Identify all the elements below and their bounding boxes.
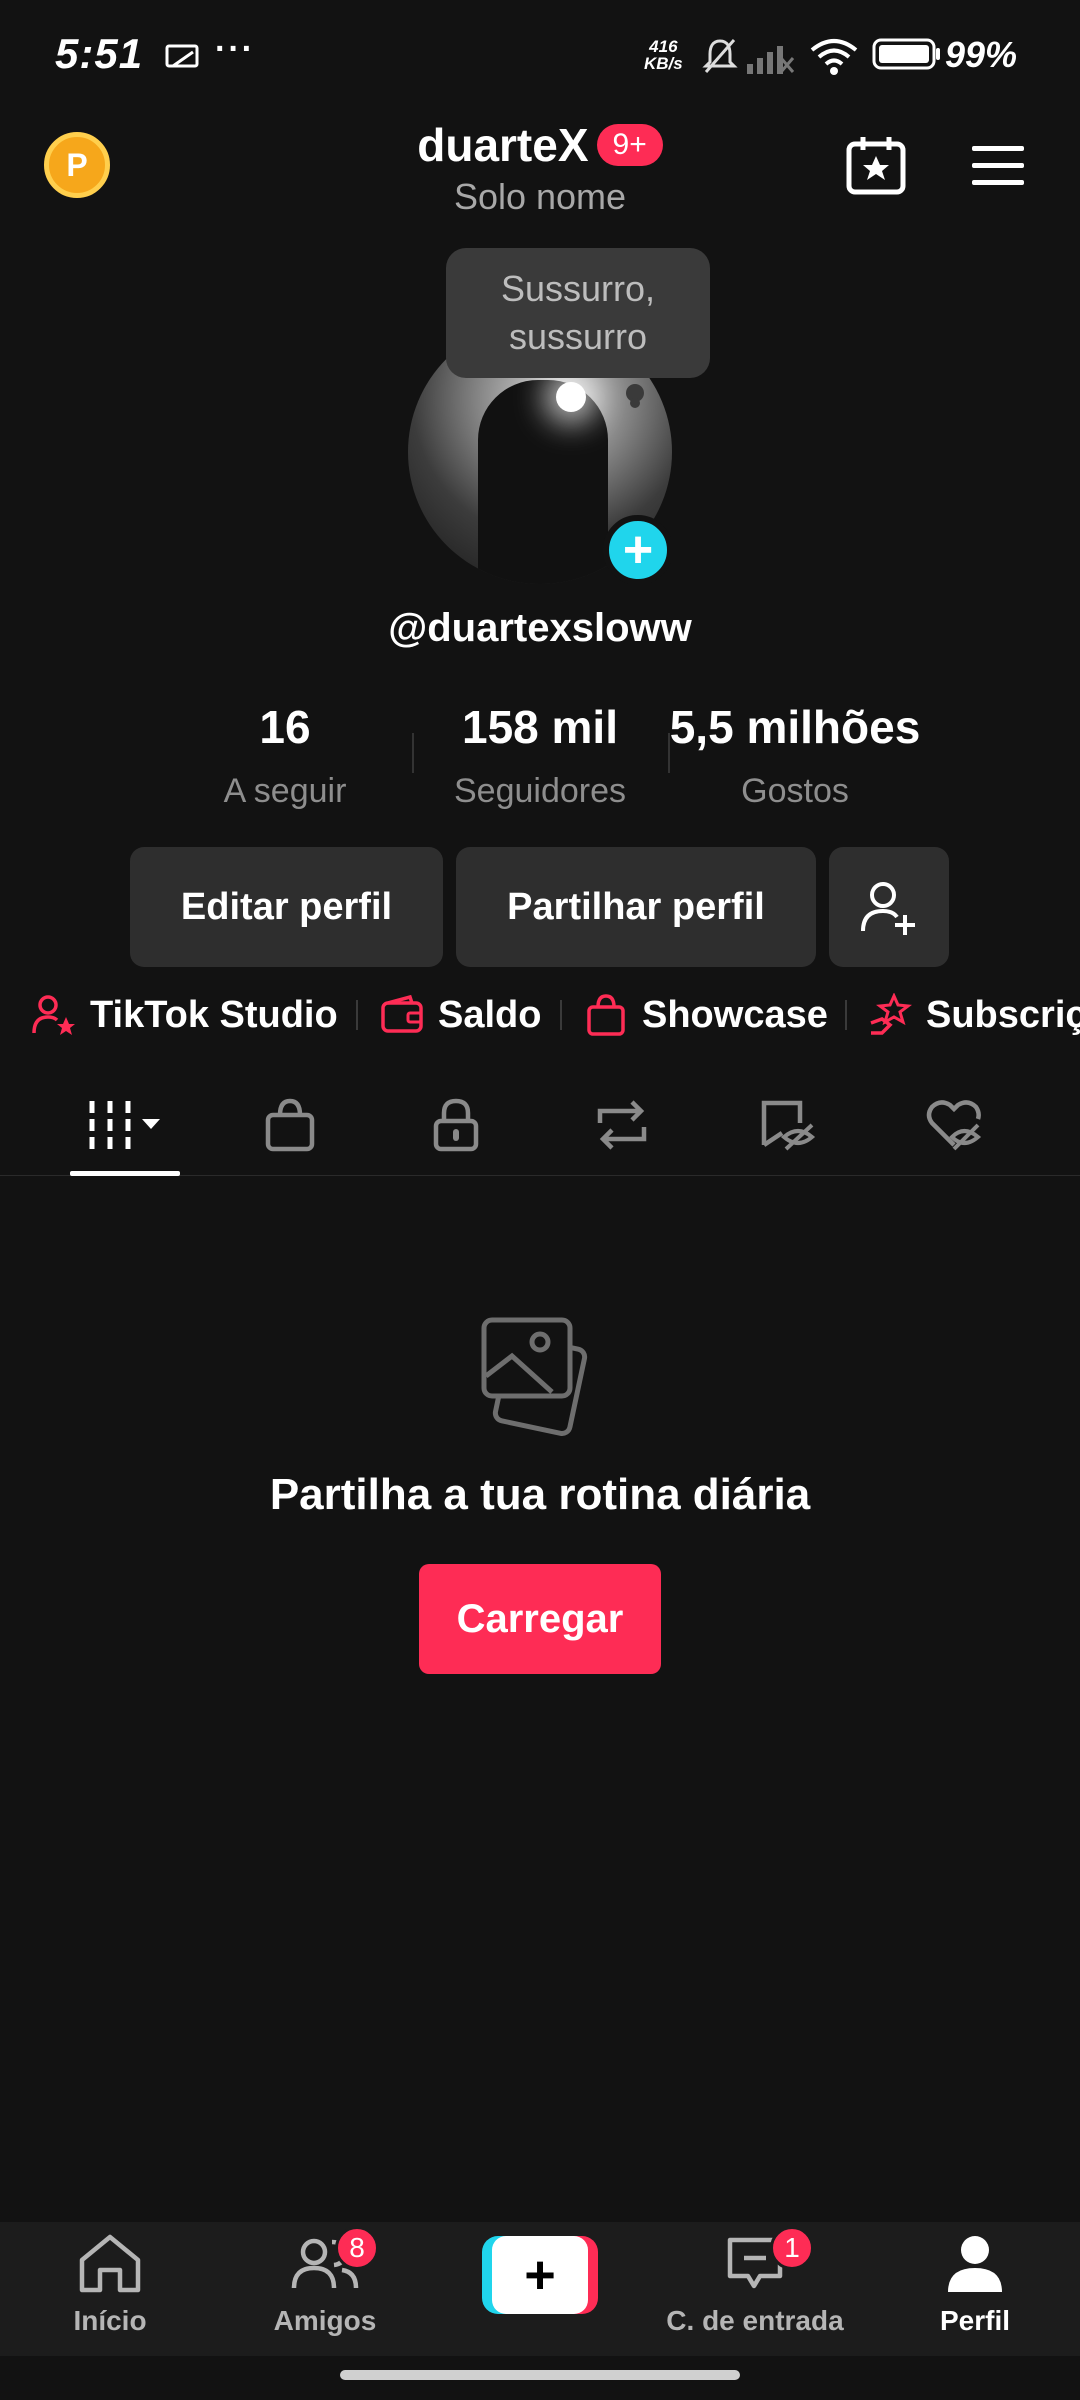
- nav-home-label: Início: [73, 2305, 147, 2336]
- stat-followers-label: Seguidores: [453, 772, 626, 810]
- avatar-figure: [478, 380, 608, 584]
- tab-private[interactable]: [401, 1090, 511, 1160]
- nav-inbox-label: C. de entrada: [666, 2305, 844, 2336]
- nav-home[interactable]: Início: [40, 2232, 180, 2337]
- person-icon: [948, 2236, 1002, 2292]
- add-person-icon: [861, 882, 915, 935]
- status-time: 5:51: [55, 30, 144, 77]
- shortcut-subscriptions[interactable]: Subscriç: [868, 985, 1080, 1045]
- shortcut-saldo[interactable]: Saldo: [380, 985, 541, 1045]
- stat-followers[interactable]: 158 mil Seguidores: [420, 700, 660, 811]
- hidden-heart-icon: [926, 1100, 982, 1151]
- status-bar: 5:51 ··· 416 KB/s 99%: [0, 0, 1080, 110]
- tab-liked[interactable]: [899, 1090, 1009, 1160]
- nav-friends-label: Amigos: [273, 2305, 377, 2336]
- stat-likes-value: 5,5 milhões: [669, 701, 921, 753]
- shortcut-label: Saldo: [438, 993, 542, 1036]
- star-hand-icon: [870, 993, 912, 1035]
- hidden-tag-icon: [761, 1100, 816, 1151]
- stat-likes-label: Gostos: [741, 772, 849, 810]
- profile-title[interactable]: duarteX 9+: [0, 118, 1080, 172]
- upload-button[interactable]: Carregar: [419, 1564, 661, 1674]
- shortcut-divider: [560, 1000, 562, 1030]
- repost-icon: [597, 1100, 647, 1150]
- share-profile-button[interactable]: Partilhar perfil: [456, 847, 816, 967]
- bottom-nav: Início Amigos 8 + C. de entrada 1 Perfil: [0, 2222, 1080, 2356]
- net-speed-unit: KB/s: [644, 54, 683, 73]
- stat-following[interactable]: 16 A seguir: [180, 700, 390, 811]
- cast-icon: [165, 44, 199, 68]
- stat-followers-value: 158 mil: [462, 701, 618, 753]
- nav-profile-label: Perfil: [939, 2305, 1011, 2336]
- stat-following-label: A seguir: [223, 772, 347, 810]
- add-friend-button[interactable]: [829, 847, 949, 967]
- note-bubble-tail-small: [630, 398, 640, 408]
- photos-icon: [481, 1317, 588, 1436]
- note-bubble[interactable]: Sussurro, sussurro: [446, 248, 710, 378]
- bell-muted-icon: [702, 39, 738, 73]
- menu-icon[interactable]: [970, 144, 1026, 188]
- home-indicator[interactable]: [340, 2370, 740, 2380]
- stat-following-value: 16: [259, 701, 311, 753]
- shortcut-showcase[interactable]: Showcase: [584, 985, 828, 1045]
- profile-subtitle: Solo nome: [453, 176, 627, 217]
- content-tabs: [0, 1080, 1080, 1176]
- shortcut-divider: [845, 1000, 847, 1030]
- home-icon: [79, 2234, 141, 2293]
- lock-icon: [433, 1098, 479, 1152]
- shortcut-label: Showcase: [642, 993, 828, 1036]
- net-speed-value: 416: [649, 37, 678, 56]
- signal-icon: [747, 46, 795, 74]
- tab-reposts[interactable]: [567, 1090, 677, 1160]
- shortcut-divider: [356, 1000, 358, 1030]
- calendar-star-icon[interactable]: [845, 134, 907, 196]
- nav-inbox[interactable]: C. de entrada: [655, 2232, 855, 2337]
- nav-profile[interactable]: Perfil: [905, 2232, 1045, 2337]
- stat-divider: [412, 733, 414, 773]
- username-title[interactable]: duarteX: [417, 118, 588, 172]
- shortcut-label: TikTok Studio: [90, 993, 338, 1036]
- tab-videos[interactable]: [70, 1090, 180, 1160]
- net-speed: 416 KB/s: [644, 38, 683, 72]
- edit-profile-button[interactable]: Editar perfil: [130, 847, 443, 967]
- tab-tagged[interactable]: [733, 1090, 843, 1160]
- profile-handle: @duartexsloww: [388, 606, 692, 650]
- plus-icon: +: [492, 2236, 588, 2314]
- person-star-icon: [32, 995, 75, 1035]
- friends-badge: 8: [335, 2226, 379, 2270]
- shop-bag-icon: [265, 1098, 315, 1152]
- avatar-light: [556, 382, 586, 412]
- videos-grid-icon: [89, 1101, 160, 1149]
- battery-percent: 99%: [945, 34, 1018, 75]
- shopping-bag-icon: [587, 994, 625, 1036]
- wallet-icon: [381, 994, 423, 1033]
- tab-shop[interactable]: [235, 1090, 345, 1160]
- stat-likes[interactable]: 5,5 milhões Gostos: [665, 700, 925, 811]
- active-tab-indicator: [70, 1171, 180, 1176]
- add-story-button[interactable]: +: [603, 515, 673, 585]
- battery-icon: [872, 38, 940, 70]
- create-button[interactable]: +: [482, 2236, 598, 2314]
- shortcut-tiktok-studio[interactable]: TikTok Studio: [32, 985, 338, 1045]
- shortcut-label: Subscriç: [926, 993, 1080, 1036]
- wifi-icon: [810, 39, 858, 75]
- inbox-badge: 1: [770, 2226, 814, 2270]
- status-more-dots: ···: [215, 30, 255, 68]
- empty-state-text: Partilha a tua rotina diária: [269, 1470, 811, 1519]
- account-notification-badge: 9+: [596, 124, 663, 166]
